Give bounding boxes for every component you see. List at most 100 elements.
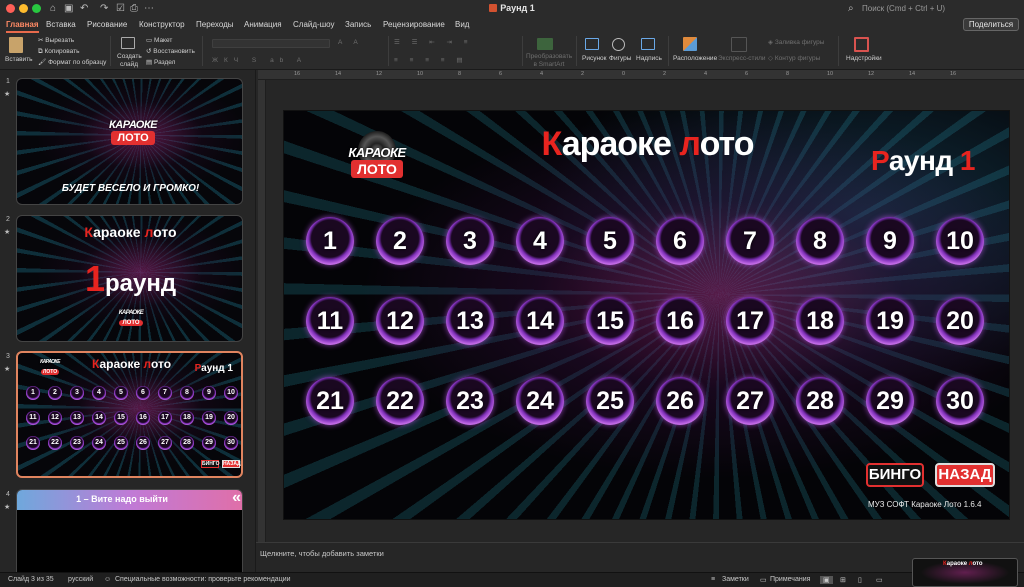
arrange-button[interactable]: Расположение bbox=[673, 55, 717, 63]
normal-view-button[interactable]: ▣ bbox=[820, 576, 833, 584]
slide-thumbnail-3[interactable]: КАРАОКЕ ЛОТО Караоке лото Раунд 1 123456… bbox=[16, 351, 243, 478]
bingo-button-preview: БИНГО bbox=[201, 460, 220, 468]
tab-draw[interactable]: Рисование bbox=[87, 19, 127, 31]
number-ball-12[interactable]: 12 bbox=[376, 297, 424, 345]
quick-styles-button[interactable]: Экспресс-стили bbox=[718, 55, 766, 63]
app-credit: МУЗ СОФТ Караоке Лото 1.6.4 bbox=[868, 500, 982, 509]
tab-record[interactable]: Запись bbox=[345, 19, 371, 31]
picture-button[interactable]: Рисунок bbox=[582, 55, 607, 63]
shapes-button[interactable]: Фигуры bbox=[609, 55, 631, 63]
font-size-buttons[interactable]: A A bbox=[338, 39, 363, 47]
font-family-select[interactable] bbox=[212, 39, 330, 48]
number-ball-13[interactable]: 13 bbox=[446, 297, 494, 345]
number-ball-26[interactable]: 26 bbox=[656, 377, 704, 425]
status-bar: Слайд 3 из 35 русский ☺ Специальные возм… bbox=[0, 572, 1024, 587]
number-ball-27[interactable]: 27 bbox=[726, 377, 774, 425]
number-ball-11[interactable]: 11 bbox=[306, 297, 354, 345]
preview-title: Караоке лото bbox=[943, 561, 983, 567]
thumbnail-number-ball: 5 bbox=[114, 386, 128, 400]
reset-button[interactable]: ↺ Восстановить bbox=[146, 48, 195, 56]
notes-pane[interactable]: Щелкните, чтобы добавить заметки bbox=[256, 542, 1024, 572]
number-ball-30[interactable]: 30 bbox=[936, 377, 984, 425]
textbox-button[interactable]: Надпись bbox=[636, 55, 662, 63]
number-ball-21[interactable]: 21 bbox=[306, 377, 354, 425]
tab-transitions[interactable]: Переходы bbox=[196, 19, 234, 31]
number-ball-24[interactable]: 24 bbox=[516, 377, 564, 425]
number-ball-1[interactable]: 1 bbox=[306, 217, 354, 265]
new-slide-icon[interactable] bbox=[121, 37, 135, 49]
accessibility-status[interactable]: Специальные возможности: проверьте реком… bbox=[115, 576, 291, 583]
number-ball-5[interactable]: 5 bbox=[586, 217, 634, 265]
number-ball-29[interactable]: 29 bbox=[866, 377, 914, 425]
format-painter-button[interactable]: 🖌 Формат по образцу bbox=[38, 59, 106, 67]
bingo-button[interactable]: БИНГО bbox=[866, 463, 924, 487]
tab-slideshow[interactable]: Слайд-шоу bbox=[293, 19, 334, 31]
tab-review[interactable]: Рецензирование bbox=[383, 19, 445, 31]
number-ball-4[interactable]: 4 bbox=[516, 217, 564, 265]
number-ball-23[interactable]: 23 bbox=[446, 377, 494, 425]
addins-button[interactable]: Надстройки bbox=[846, 55, 882, 63]
layout-button[interactable]: ▭ Макет bbox=[146, 37, 172, 45]
tab-home[interactable]: Главная bbox=[6, 19, 39, 33]
notes-placeholder: Щелкните, чтобы добавить заметки bbox=[260, 549, 384, 558]
number-ball-17[interactable]: 17 bbox=[726, 297, 774, 345]
number-ball-7[interactable]: 7 bbox=[726, 217, 774, 265]
number-ball-14[interactable]: 14 bbox=[516, 297, 564, 345]
search-input[interactable]: Поиск (Cmd + Ctrl + U) bbox=[862, 2, 1012, 15]
list-buttons[interactable]: ☰ ☰ ⇤ ⇥ ≡ bbox=[394, 39, 473, 47]
number-ball-28[interactable]: 28 bbox=[796, 377, 844, 425]
number-ball-6[interactable]: 6 bbox=[656, 217, 704, 265]
cut-button[interactable]: ✂ Вырезать bbox=[38, 37, 74, 45]
paste-button[interactable]: Вставить bbox=[5, 56, 33, 64]
back-arrow-icon: « bbox=[232, 489, 241, 506]
notes-button[interactable]: Заметки bbox=[722, 576, 749, 583]
number-ball-15[interactable]: 15 bbox=[586, 297, 634, 345]
cut-label: Вырезать bbox=[45, 37, 75, 44]
number-ball-9[interactable]: 9 bbox=[866, 217, 914, 265]
smartart-icon[interactable] bbox=[537, 38, 553, 50]
slide-thumbnail-4[interactable]: 1 – Вите надо выйти « bbox=[16, 489, 243, 572]
slide-thumbnail-1[interactable]: КАРАОКЕ ЛОТО БУДЕТ ВЕСЕЛО И ГРОМКО! bbox=[16, 78, 243, 205]
copy-button[interactable]: ⧉ Копировать bbox=[38, 48, 79, 56]
share-button[interactable]: Поделиться bbox=[963, 18, 1019, 31]
paste-icon[interactable] bbox=[9, 37, 23, 53]
tab-design[interactable]: Конструктор bbox=[139, 19, 185, 31]
textbox-icon[interactable] bbox=[641, 38, 655, 50]
align-buttons[interactable]: ≡ ≡ ≡ ≡ ▤ bbox=[394, 57, 468, 65]
shape-outline-button[interactable]: ◇ Контур фигуры bbox=[768, 55, 820, 63]
round-word: раунд bbox=[104, 270, 177, 297]
font-format-buttons[interactable]: ЖКЧ S ab A bbox=[212, 57, 307, 65]
number-ball-10[interactable]: 10 bbox=[936, 217, 984, 265]
number-ball-2[interactable]: 2 bbox=[376, 217, 424, 265]
slide-thumbnail-2[interactable]: Караоке лото 1раунд КАРАОКЕ ЛОТО bbox=[16, 215, 243, 342]
smartart-button[interactable]: Преобразовать в SmartArt bbox=[526, 53, 572, 69]
number-ball-8[interactable]: 8 bbox=[796, 217, 844, 265]
reading-view-button[interactable]: ▯ bbox=[858, 576, 862, 584]
tab-insert[interactable]: Вставка bbox=[46, 19, 76, 31]
tab-animations[interactable]: Анимация bbox=[244, 19, 282, 31]
presenter-preview-thumbnail[interactable]: Караоке лото bbox=[912, 558, 1018, 587]
number-ball-20[interactable]: 20 bbox=[936, 297, 984, 345]
number-ball-18[interactable]: 18 bbox=[796, 297, 844, 345]
tab-view[interactable]: Вид bbox=[455, 19, 469, 31]
number-ball-22[interactable]: 22 bbox=[376, 377, 424, 425]
number-ball-25[interactable]: 25 bbox=[586, 377, 634, 425]
number-ball-3[interactable]: 3 bbox=[446, 217, 494, 265]
copy-label: Копировать bbox=[44, 48, 80, 55]
slide-sorter-button[interactable]: ⊞ bbox=[840, 576, 846, 584]
addins-icon[interactable] bbox=[854, 37, 869, 52]
shapes-icon[interactable] bbox=[612, 38, 625, 51]
shape-fill-button[interactable]: ◈ Заливка фигуры bbox=[768, 39, 824, 47]
arrange-icon[interactable] bbox=[683, 37, 697, 51]
number-ball-19[interactable]: 19 bbox=[866, 297, 914, 345]
comments-button[interactable]: Примечания bbox=[770, 576, 810, 583]
number-ball-16[interactable]: 16 bbox=[656, 297, 704, 345]
new-slide-button[interactable]: Создать слайд bbox=[117, 53, 142, 69]
picture-icon[interactable] bbox=[585, 38, 599, 50]
section-button[interactable]: ▤ Раздел bbox=[146, 59, 175, 67]
slideshow-button[interactable]: ▭ bbox=[876, 576, 883, 584]
quick-styles-icon[interactable] bbox=[731, 37, 747, 52]
language-indicator[interactable]: русский bbox=[68, 576, 93, 583]
slide-canvas[interactable]: КАРАОКЕ ЛОТО Караоке лото Раунд 1 123456… bbox=[283, 110, 1010, 520]
back-button[interactable]: НАЗАД bbox=[935, 463, 995, 487]
